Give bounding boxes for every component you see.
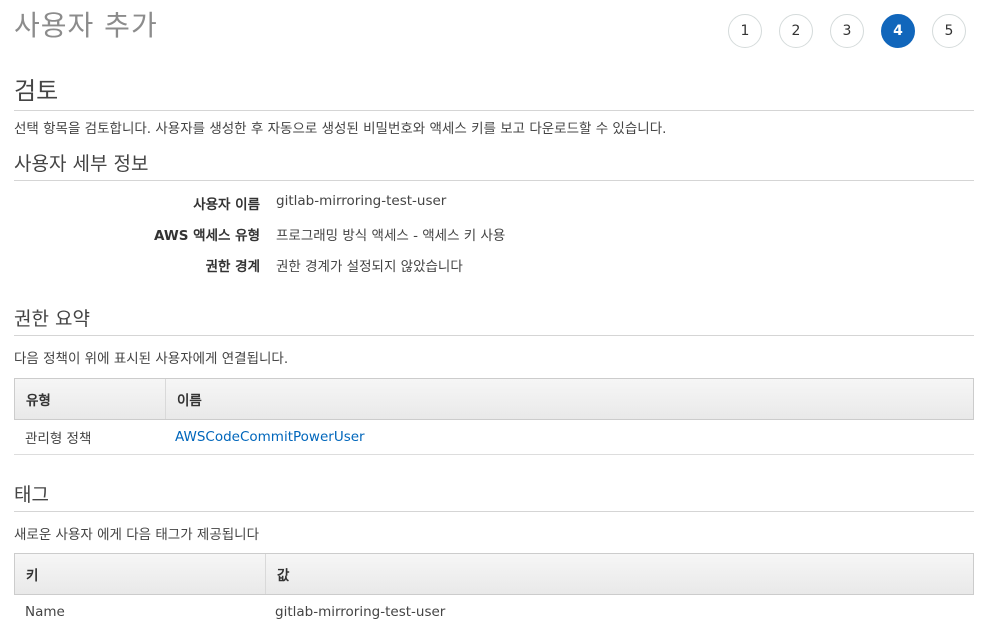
user-details-title: 사용자 세부 정보 [14,151,974,181]
detail-label: 사용자 이름 [193,197,260,213]
detail-row-username: 사용자 이름 gitlab-mirroring-test-user [14,193,974,213]
detail-row-permission-boundary: 권한 경계 권한 경계가 설정되지 않았습니다 [14,255,974,275]
detail-value: 프로그래밍 방식 액세스 - 액세스 키 사용 [276,228,506,244]
column-header-name[interactable]: 이름 [165,379,973,419]
permissions-table: 유형 이름 관리형 정책 AWSCodeCommitPowerUser [14,378,974,455]
tags-description: 새로운 사용자 에게 다음 태그가 제공됩니다 [14,527,260,543]
step-5[interactable]: 5 [932,14,966,48]
tags-title: 태그 [14,482,974,512]
wizard-steps: 1 2 3 4 5 [728,14,966,48]
column-header-type[interactable]: 유형 [15,379,165,419]
step-2[interactable]: 2 [779,14,813,48]
table-header: 키 값 [14,553,974,595]
detail-value: 권한 경계가 설정되지 않았습니다 [276,259,463,275]
column-header-key[interactable]: 키 [15,554,265,594]
table-header: 유형 이름 [14,378,974,420]
step-3[interactable]: 3 [830,14,864,48]
permissions-title: 권한 요약 [14,306,974,336]
detail-value: gitlab-mirroring-test-user [276,193,447,209]
step-1[interactable]: 1 [728,14,762,48]
review-title: 검토 [14,76,974,111]
page-title: 사용자 추가 [14,9,158,42]
detail-label: 권한 경계 [205,259,260,275]
tag-value: gitlab-mirroring-test-user [275,604,446,620]
policy-type: 관리형 정책 [25,431,92,447]
permissions-description: 다음 정책이 위에 표시된 사용자에게 연결됩니다. [14,351,289,367]
review-description: 선택 항목을 검토합니다. 사용자를 생성한 후 자동으로 생성된 비밀번호와 … [14,121,667,137]
step-4-current[interactable]: 4 [881,14,915,48]
tag-key: Name [25,604,65,620]
detail-label: AWS 액세스 유형 [154,228,260,244]
column-header-value[interactable]: 값 [265,554,973,594]
detail-row-access-type: AWS 액세스 유형 프로그래밍 방식 액세스 - 액세스 키 사용 [14,224,974,244]
table-row: Name gitlab-mirroring-test-user [14,595,974,629]
tags-table: 키 값 Name gitlab-mirroring-test-user [14,553,974,629]
table-row: 관리형 정책 AWSCodeCommitPowerUser [14,420,974,455]
policy-name-link[interactable]: AWSCodeCommitPowerUser [164,429,365,445]
